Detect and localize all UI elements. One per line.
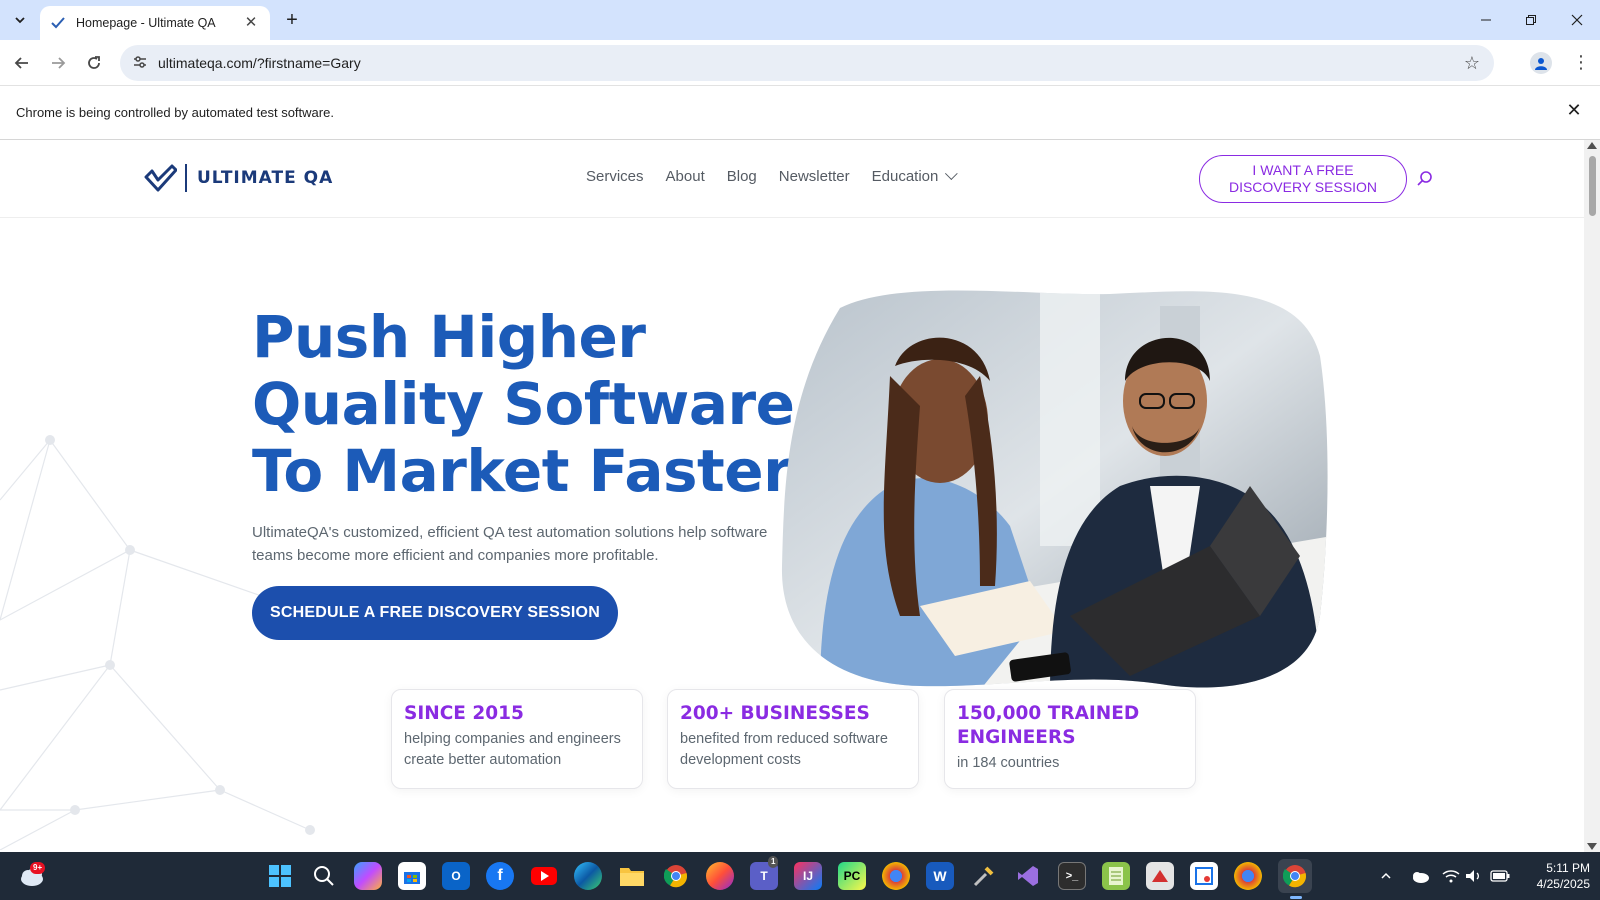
- stat-card: SINCE 2015 helping companies and enginee…: [391, 689, 643, 789]
- intellij-icon[interactable]: IJ: [794, 862, 822, 890]
- hero-heading-line: To Market Faster: [252, 437, 792, 505]
- new-tab-plus-icon[interactable]: +: [280, 9, 304, 33]
- tab-search-chevron-icon[interactable]: [8, 8, 32, 32]
- tab-close-icon[interactable]: ✕: [242, 14, 260, 32]
- hero-heading: Push Higher Quality Software To Market F…: [252, 303, 795, 505]
- site-logo[interactable]: ULTIMATE QA: [143, 162, 333, 194]
- url-text[interactable]: ultimateqa.com/?firstname=Gary: [158, 55, 361, 71]
- nav-newsletter[interactable]: Newsletter: [779, 168, 850, 185]
- chrome-icon[interactable]: [662, 862, 690, 890]
- stat-desc: benefited from reduced software developm…: [680, 731, 888, 768]
- tab-strip: Homepage - Ultimate QA ✕ +: [0, 0, 1600, 40]
- site-header: ULTIMATE QA Services About Blog Newslett…: [0, 140, 1584, 218]
- firefox-icon[interactable]: [706, 862, 734, 890]
- tray-chevron-up-icon[interactable]: [1380, 852, 1392, 900]
- restore-icon[interactable]: [1508, 0, 1554, 40]
- search-icon[interactable]: [310, 862, 338, 890]
- hero-heading-line: Quality Software: [252, 370, 795, 438]
- main-nav: Services About Blog Newsletter Education: [586, 167, 959, 185]
- infobar-close-icon[interactable]: ✕: [1562, 100, 1586, 121]
- back-arrow-icon[interactable]: [8, 49, 36, 77]
- free-discovery-line2: DISCOVERY SESSION: [1228, 179, 1378, 195]
- hero-photo: [781, 290, 1328, 688]
- nav-services[interactable]: Services: [586, 168, 644, 185]
- checkmark-favicon-icon: [50, 15, 66, 31]
- scroll-up-arrow-icon[interactable]: [1587, 142, 1597, 149]
- start-icon[interactable]: [266, 862, 294, 890]
- site-settings-icon[interactable]: [126, 54, 154, 73]
- stat-title: 200+ BUSINESSES: [680, 703, 870, 724]
- notepad-icon[interactable]: [1102, 862, 1130, 890]
- clock-date: 4/25/2025: [1536, 877, 1590, 891]
- battery-icon[interactable]: [1490, 852, 1510, 900]
- free-discovery-line1: I WANT A FREE: [1252, 162, 1354, 178]
- tab-title: Homepage - Ultimate QA: [76, 16, 216, 30]
- teams-icon[interactable]: T1: [750, 856, 779, 890]
- bookmark-star-icon[interactable]: ☆: [1464, 53, 1480, 74]
- chrome-profile-icon[interactable]: [882, 862, 910, 890]
- wifi-icon[interactable]: [1442, 852, 1460, 900]
- pycharm-icon[interactable]: PC: [838, 862, 866, 890]
- taskbar-clock[interactable]: 5:11 PM 4/25/2025: [1520, 860, 1590, 892]
- chrome-profile2-icon[interactable]: [1234, 862, 1262, 890]
- store-icon[interactable]: [398, 862, 426, 890]
- copilot-icon[interactable]: [354, 862, 382, 890]
- page-viewport: ULTIMATE QA Services About Blog Newslett…: [0, 140, 1584, 852]
- menu-kebab-icon[interactable]: ⋮: [1572, 50, 1590, 76]
- app-icon[interactable]: [1146, 862, 1174, 890]
- chevron-down-icon: [945, 167, 959, 181]
- outlook-icon[interactable]: O: [442, 862, 470, 890]
- forward-arrow-icon[interactable]: [44, 49, 72, 77]
- onedrive-icon[interactable]: [1410, 852, 1430, 900]
- hero-heading-line: Push Higher: [252, 303, 646, 371]
- word-icon[interactable]: W: [926, 862, 954, 890]
- logo-text: ULTIMATE QA: [197, 168, 334, 188]
- scroll-thumb[interactable]: [1589, 156, 1596, 216]
- browser-toolbar: ultimateqa.com/?firstname=Gary ☆ ⋮: [0, 40, 1600, 86]
- stat-desc: helping companies and engineers create b…: [404, 731, 621, 768]
- nav-about[interactable]: About: [666, 168, 705, 185]
- reload-icon[interactable]: [80, 49, 108, 77]
- edge-icon[interactable]: [574, 862, 602, 890]
- nav-education[interactable]: Education: [871, 167, 959, 185]
- minimize-icon[interactable]: [1463, 0, 1509, 40]
- automation-infobar: Chrome is being controlled by automated …: [0, 86, 1600, 140]
- clock-time: 5:11 PM: [1546, 861, 1590, 875]
- search-icon[interactable]: [1416, 170, 1434, 188]
- youtube-icon[interactable]: [530, 862, 558, 890]
- hero-subtext: UltimateQA's customized, efficient QA te…: [252, 524, 768, 564]
- file-explorer-icon[interactable]: [618, 862, 646, 890]
- infobar-message: Chrome is being controlled by automated …: [16, 105, 334, 120]
- profile-avatar-icon[interactable]: [1530, 52, 1552, 74]
- close-window-icon[interactable]: [1554, 0, 1600, 40]
- scroll-down-arrow-icon[interactable]: [1587, 843, 1597, 850]
- active-tab[interactable]: Homepage - Ultimate QA ✕: [40, 6, 270, 40]
- weather-widget-icon[interactable]: 9+: [18, 862, 48, 890]
- logo-divider: [185, 164, 187, 192]
- terminal-icon[interactable]: >_: [1058, 862, 1086, 890]
- nav-education-label: Education: [871, 168, 939, 185]
- logo-check-icon: [144, 164, 177, 192]
- address-bar[interactable]: ultimateqa.com/?firstname=Gary ☆: [120, 45, 1494, 81]
- active-indicator: [1290, 896, 1302, 899]
- visual-studio-icon[interactable]: [1014, 862, 1042, 890]
- volume-icon[interactable]: [1465, 852, 1483, 900]
- nav-blog[interactable]: Blog: [727, 168, 757, 185]
- stat-card: 200+ BUSINESSES benefited from reduced s…: [667, 689, 919, 789]
- facebook-icon[interactable]: f: [486, 862, 514, 890]
- stat-title: 150,000 TRAINED ENGINEERS: [957, 703, 1140, 748]
- snipping-icon[interactable]: [1190, 862, 1218, 890]
- schedule-discovery-button[interactable]: SCHEDULE A FREE DISCOVERY SESSION: [252, 586, 618, 640]
- weather-badge: 9+: [30, 862, 46, 874]
- teams-badge: 1: [768, 856, 779, 868]
- chrome-active-icon[interactable]: [1278, 859, 1312, 893]
- stat-title: SINCE 2015: [404, 703, 524, 724]
- tools-icon[interactable]: [970, 862, 998, 890]
- windows-taskbar: 9+ O f T1 IJ PC W >_ 5:11 PM 4/25/2025: [0, 852, 1600, 900]
- stat-card: 150,000 TRAINED ENGINEERS in 184 countri…: [944, 689, 1196, 789]
- stat-desc: in 184 countries: [957, 755, 1060, 771]
- free-discovery-button[interactable]: I WANT A FREE DISCOVERY SESSION: [1199, 155, 1407, 203]
- page-scrollbar[interactable]: [1584, 140, 1600, 852]
